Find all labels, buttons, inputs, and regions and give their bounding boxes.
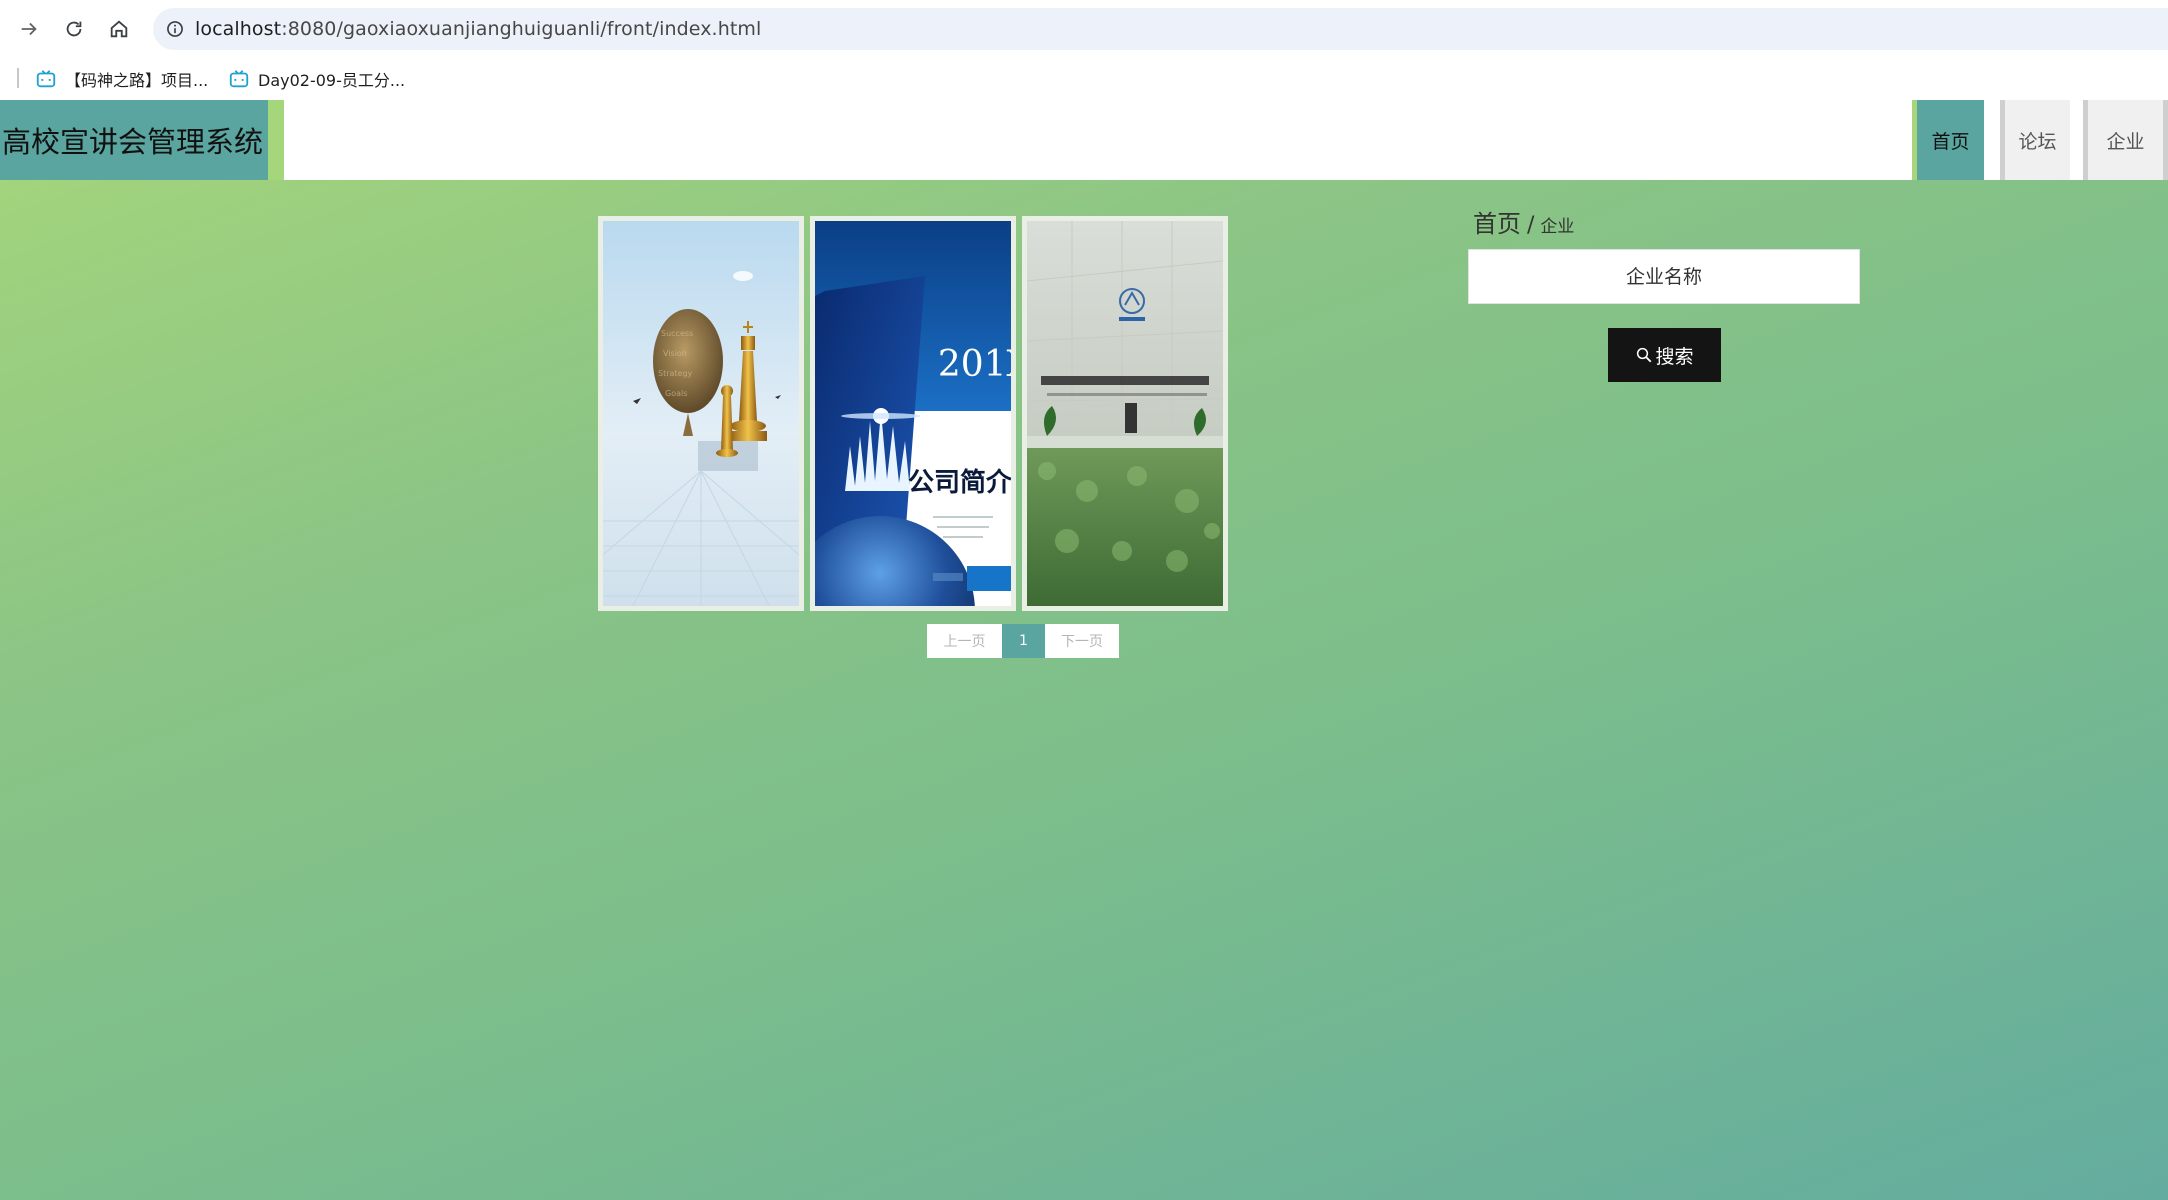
reload-icon <box>66 21 82 37</box>
main-nav: 首页 论坛 企业 <box>1912 100 2168 180</box>
nav-divider <box>2070 100 2083 180</box>
breadcrumb-home[interactable]: 首页 <box>1473 204 1521 239</box>
header-divider <box>268 100 284 180</box>
site-header: 高校宣讲会管理系统 首页 论坛 企业 <box>0 100 2168 180</box>
company-intro-image: 201X 公司简介 <box>815 221 1011 606</box>
svg-text:Goals: Goals <box>665 389 687 398</box>
breadcrumb-separator: / <box>1527 213 1535 238</box>
svg-text:Vision: Vision <box>663 349 687 358</box>
nav-item-label: 论坛 <box>2018 130 2057 153</box>
nav-item-label: 首页 <box>1931 130 1970 153</box>
bookmark-item[interactable]: 【码神之路】项目... <box>35 64 208 94</box>
chess-pieces-image: Success Vision Strategy Goals <box>603 221 799 606</box>
arrow-right-icon <box>21 22 37 36</box>
next-page-button[interactable]: 下一页 <box>1045 624 1119 658</box>
bookmarks-bar: 【码神之路】项目... Day02-09-员工分... <box>0 58 2168 100</box>
browser-toolbar: localhost:8080/gaoxiaoxuanjianghuiguanli… <box>0 0 2168 58</box>
prev-page-button[interactable]: 上一页 <box>927 624 1002 658</box>
bilibili-icon <box>36 70 56 88</box>
company-name-search-input[interactable] <box>1468 249 1860 304</box>
logo-text: 高校宣讲会管理系统 <box>2 125 264 159</box>
url-text: localhost:8080/gaoxiaoxuanjianghuiguanli… <box>195 18 761 40</box>
url-path: :8080/gaoxiaoxuanjianghuiguanli/front/in… <box>281 18 762 40</box>
breadcrumb-current: 企业 <box>1540 217 1575 237</box>
pagination: 上一页 1 下一页 <box>927 624 1119 658</box>
bookmark-label: Day02-09-员工分... <box>258 71 406 90</box>
image-year-text: 201X <box>938 344 1011 385</box>
breadcrumb: 首页 / 企业 <box>1473 204 1574 239</box>
svg-text:Strategy: Strategy <box>658 369 693 378</box>
nav-divider <box>1984 100 2000 180</box>
gallery-card[interactable]: Success Vision Strategy Goals <box>598 216 804 611</box>
search-button-label: 搜索 <box>1655 345 1694 368</box>
nav-item-label: 企业 <box>2106 130 2145 153</box>
page-content: 高校宣讲会管理系统 首页 论坛 企业 Success Vision Strate… <box>0 100 2168 1200</box>
logo[interactable]: 高校宣讲会管理系统 <box>0 100 268 180</box>
nav-divider <box>2163 100 2168 180</box>
page-number-button[interactable]: 1 <box>1002 624 1045 658</box>
bookmarks-divider <box>17 68 19 88</box>
bookmark-item[interactable]: Day02-09-员工分... <box>228 64 405 94</box>
nav-item-enterprise[interactable]: 企业 <box>2088 100 2163 180</box>
gallery-card[interactable]: 201X 公司简介 <box>810 216 1016 611</box>
address-bar[interactable]: localhost:8080/gaoxiaoxuanjianghuiguanli… <box>153 8 2168 50</box>
bookmark-label: 【码神之路】项目... <box>65 71 209 90</box>
bilibili-icon <box>229 70 249 88</box>
forward-button[interactable] <box>9 10 49 48</box>
home-button[interactable] <box>99 10 139 48</box>
image-intro-text: 公司简介 <box>908 467 1011 498</box>
svg-text:Success: Success <box>661 329 693 338</box>
site-info-icon[interactable] <box>155 8 195 50</box>
home-icon <box>110 20 128 38</box>
url-host: localhost <box>195 18 282 40</box>
office-reception-image <box>1027 221 1223 606</box>
nav-item-forum[interactable]: 论坛 <box>2005 100 2070 180</box>
search-button[interactable]: 搜索 <box>1608 328 1721 382</box>
gallery-card[interactable] <box>1022 216 1228 611</box>
nav-item-home[interactable]: 首页 <box>1917 100 1984 180</box>
search-icon <box>1637 347 1652 363</box>
reload-button[interactable] <box>54 10 94 48</box>
